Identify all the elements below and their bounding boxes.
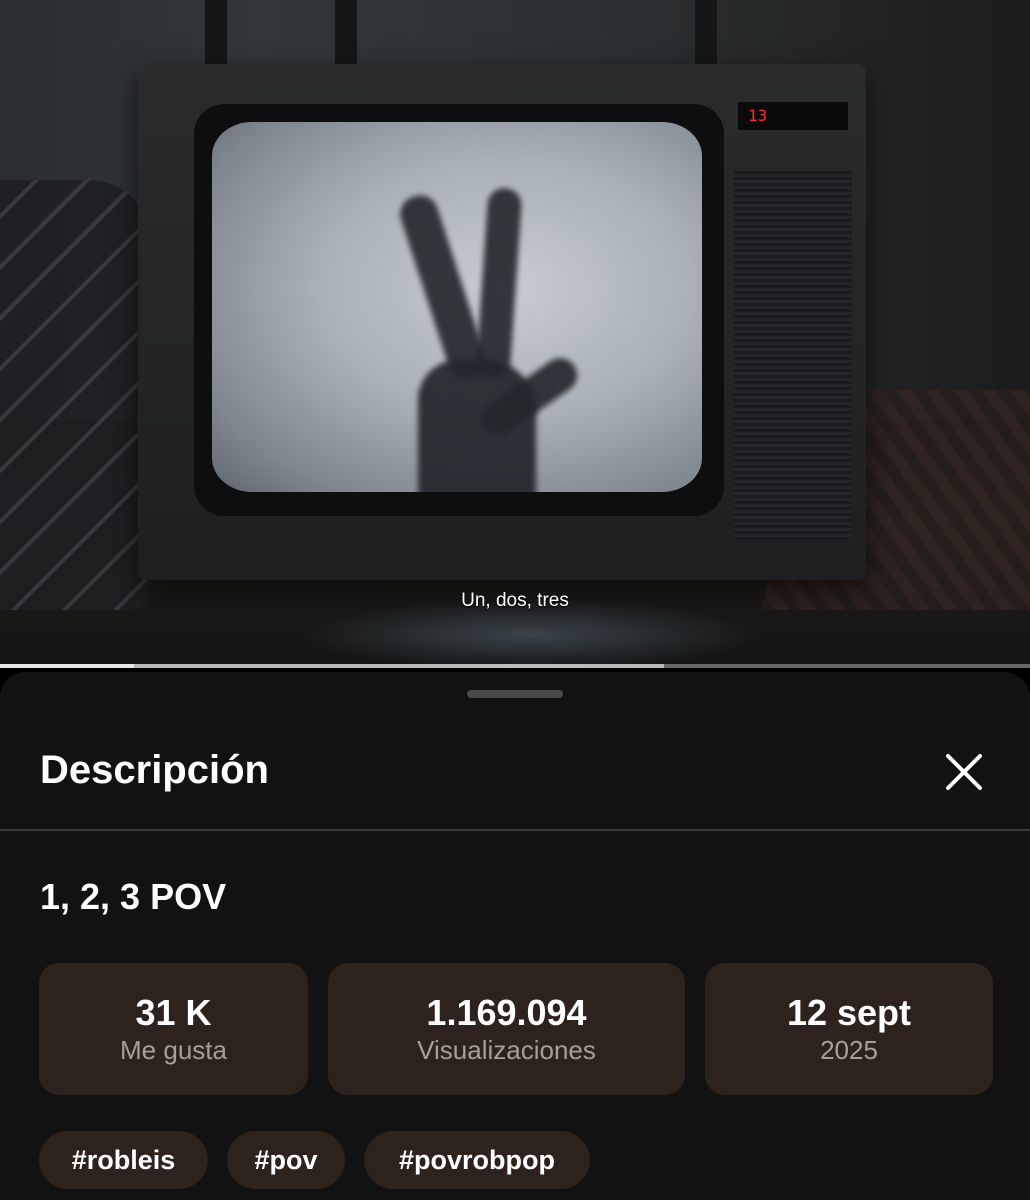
date-stat: 12 sept 2025 — [705, 963, 993, 1095]
close-button[interactable] — [936, 746, 992, 798]
tv-control-panel: 13 — [724, 90, 854, 540]
video-progress-bar[interactable] — [0, 664, 1030, 668]
progress-played — [0, 664, 134, 668]
app-root: 13 Un, dos, tres Descripción 1, 2, 3 POV… — [0, 0, 1030, 1200]
description-sheet: Descripción 1, 2, 3 POV 31 K Me gusta 1.… — [0, 672, 1030, 1200]
publish-date: 12 sept — [786, 992, 912, 1033]
channel-number: 13 — [748, 106, 768, 125]
divider — [0, 829, 1030, 831]
likes-count: 31 K — [135, 992, 212, 1033]
hashtag-pov[interactable]: #pov — [227, 1131, 345, 1189]
drag-handle[interactable] — [467, 690, 563, 698]
views-count: 1.169.094 — [426, 992, 587, 1033]
couch — [0, 180, 150, 610]
speaker-grille — [734, 170, 852, 540]
television: 13 — [138, 64, 866, 580]
publish-year: 2025 — [820, 1035, 878, 1065]
likes-label: Me gusta — [120, 1035, 227, 1065]
close-icon — [946, 754, 982, 790]
tv-screen — [212, 122, 702, 492]
hand-silhouette — [418, 360, 536, 492]
channel-display: 13 — [738, 102, 848, 130]
sheet-title: Descripción — [40, 748, 269, 792]
video-subtitle: Un, dos, tres — [461, 590, 569, 611]
hashtag-robleis[interactable]: #robleis — [39, 1131, 208, 1189]
likes-stat: 31 K Me gusta — [39, 963, 308, 1095]
hashtag-povrobpop[interactable]: #povrobpop — [364, 1131, 590, 1189]
hand-finger — [475, 187, 523, 379]
views-label: Visualizaciones — [417, 1035, 596, 1065]
progress-buffered — [133, 664, 665, 668]
video-title: 1, 2, 3 POV — [40, 876, 227, 917]
views-stat: 1.169.094 Visualizaciones — [328, 963, 685, 1095]
video-player[interactable]: 13 Un, dos, tres — [0, 0, 1030, 668]
